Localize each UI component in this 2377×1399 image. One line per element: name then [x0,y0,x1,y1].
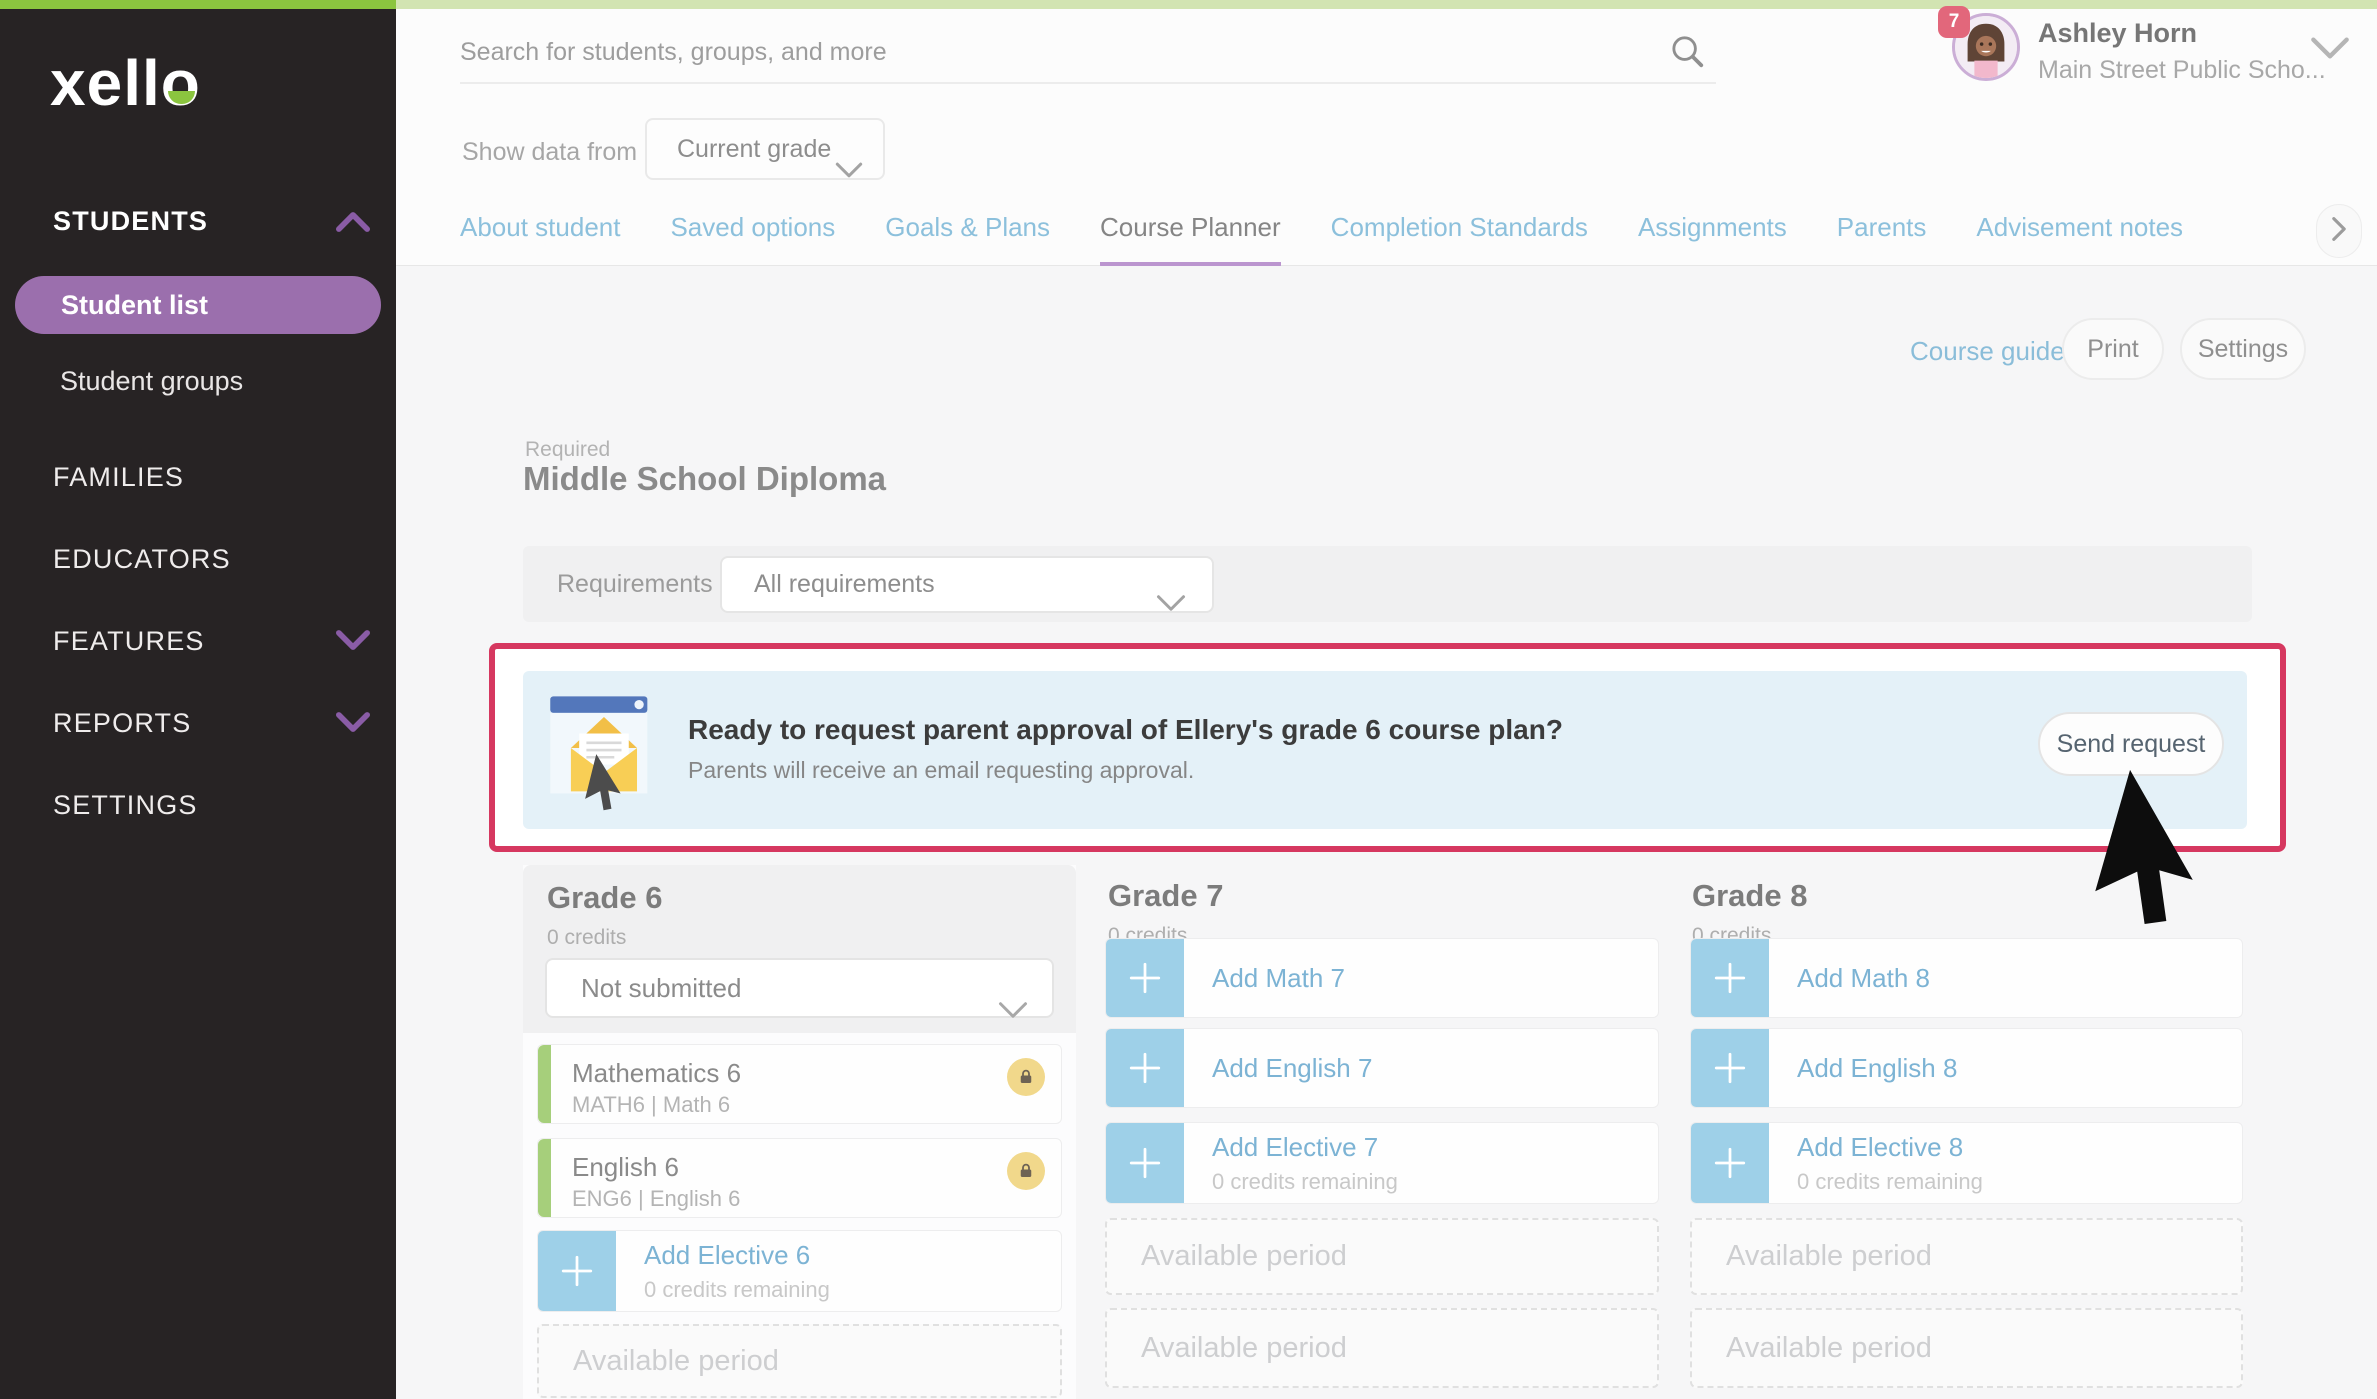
show-data-from-value: Current grade [677,135,831,163]
tab-goals-plans[interactable]: Goals & Plans [885,212,1050,267]
course-guide-link[interactable]: Course guide [1910,336,2065,367]
available-period-slot: Available period [1690,1308,2243,1388]
add-course-label: Add Math 7 [1212,963,1345,994]
search-icon[interactable] [1668,32,1706,75]
course-status-bar [538,1139,551,1217]
sidebar-item-families[interactable]: FAMILIES [53,462,184,493]
available-period-slot: Available period [1105,1218,1659,1295]
add-course-label: Add Math 8 [1797,963,1930,994]
course-card-english-6[interactable]: English 6 ENG6 | English 6 [537,1138,1062,1218]
add-elective-8-card[interactable]: Add Elective 8 0 credits remaining [1690,1122,2243,1204]
plus-icon [538,1231,616,1311]
tab-course-planner[interactable]: Course Planner [1100,212,1281,267]
plus-icon [1691,939,1769,1017]
plus-icon [1691,1029,1769,1107]
chevron-down-icon [835,142,863,200]
add-math-7-card[interactable]: Add Math 7 [1105,938,1659,1018]
requirements-label: Requirements [557,570,713,599]
tab-advisement-notes[interactable]: Advisement notes [1976,212,2183,267]
tab-about-student[interactable]: About student [460,212,620,267]
tabs-scroll-right-button[interactable] [2316,204,2362,258]
add-english-7-card[interactable]: Add English 7 [1105,1028,1659,1108]
course-name: Mathematics 6 [572,1058,741,1089]
plan-title: Middle School Diploma [523,460,886,498]
add-course-label: Add Elective 8 [1797,1132,1983,1163]
sidebar-item-settings[interactable]: SETTINGS [53,790,198,821]
print-button[interactable]: Print [2062,318,2164,380]
add-course-label: Add Elective 7 [1212,1132,1398,1163]
chevron-down-icon [1156,578,1186,631]
course-status-bar [538,1045,551,1123]
grade-7-title: Grade 7 [1108,878,1223,914]
chevron-up-icon[interactable] [336,212,370,237]
approval-callout [523,671,2247,829]
callout-title: Ready to request parent approval of Elle… [688,714,1563,746]
course-name: English 6 [572,1152,679,1183]
available-period-slot: Available period [1690,1218,2243,1295]
settings-button[interactable]: Settings [2180,318,2306,380]
course-code: MATH6 | Math 6 [572,1092,730,1118]
course-code: ENG6 | English 6 [572,1186,740,1212]
plus-icon [1691,1123,1769,1203]
grade-8-title: Grade 8 [1692,878,1807,914]
xello-logo[interactable]: xelloxello [50,46,201,120]
available-period-slot: Available period [537,1324,1062,1398]
add-course-note: 0 credits remaining [1212,1169,1398,1195]
requirements-value: All requirements [754,570,935,598]
tab-completion-standards[interactable]: Completion Standards [1331,212,1588,267]
sidebar-item-student-groups[interactable]: Student groups [60,366,243,397]
sidebar-item-student-list[interactable]: Student list [15,276,381,334]
plus-icon [1106,1123,1184,1203]
tab-parents[interactable]: Parents [1837,212,1927,267]
callout-subtitle: Parents will receive an email requesting… [688,757,1194,784]
notification-badge: 7 [1938,6,1970,38]
requirements-dropdown[interactable]: All requirements [720,556,1214,613]
grade-6-status-value: Not submitted [581,973,741,1003]
plus-icon [1106,939,1184,1017]
add-course-note: 0 credits remaining [1797,1169,1983,1195]
grade-6-credits: 0 credits [547,926,626,950]
add-elective-6-card[interactable]: Add Elective 6 0 credits remaining [537,1230,1062,1312]
student-tabs: About student Saved options Goals & Plan… [460,212,2183,267]
app-window: xelloxello STUDENTS Student list Student… [0,0,2377,1399]
plus-icon [1106,1029,1184,1107]
chevron-down-icon[interactable] [336,630,370,655]
add-elective-7-card[interactable]: Add Elective 7 0 credits remaining [1105,1122,1659,1204]
chevron-down-icon[interactable] [336,712,370,737]
show-data-from-label: Show data from [462,138,637,167]
add-english-8-card[interactable]: Add English 8 [1690,1028,2243,1108]
available-period-slot: Available period [1105,1308,1659,1388]
add-course-note: 0 credits remaining [644,1277,830,1303]
sidebar-item-educators[interactable]: EDUCATORS [53,544,231,575]
sidebar-section-students[interactable]: STUDENTS [53,206,208,237]
tab-saved-options[interactable]: Saved options [670,212,835,267]
chevron-down-icon [998,982,1028,1038]
chevron-right-icon [2330,216,2348,247]
course-card-mathematics-6[interactable]: Mathematics 6 MATH6 | Math 6 [537,1044,1062,1124]
add-course-label: Add English 7 [1212,1053,1372,1084]
sidebar-item-reports[interactable]: REPORTS [53,708,191,739]
add-course-label: Add Elective 6 [644,1240,830,1271]
grade-6-title: Grade 6 [547,880,662,916]
brand-green-strip [0,0,396,9]
search-input[interactable] [460,22,1716,84]
required-label: Required [525,438,610,462]
tab-assignments[interactable]: Assignments [1638,212,1787,267]
sidebar-item-features[interactable]: FEATURES [53,626,205,657]
grade-6-status-dropdown[interactable]: Not submitted [545,958,1054,1018]
lock-icon [1007,1058,1045,1096]
lock-icon [1007,1152,1045,1190]
add-course-label: Add English 8 [1797,1053,1957,1084]
show-data-from-dropdown[interactable]: Current grade [645,118,885,180]
